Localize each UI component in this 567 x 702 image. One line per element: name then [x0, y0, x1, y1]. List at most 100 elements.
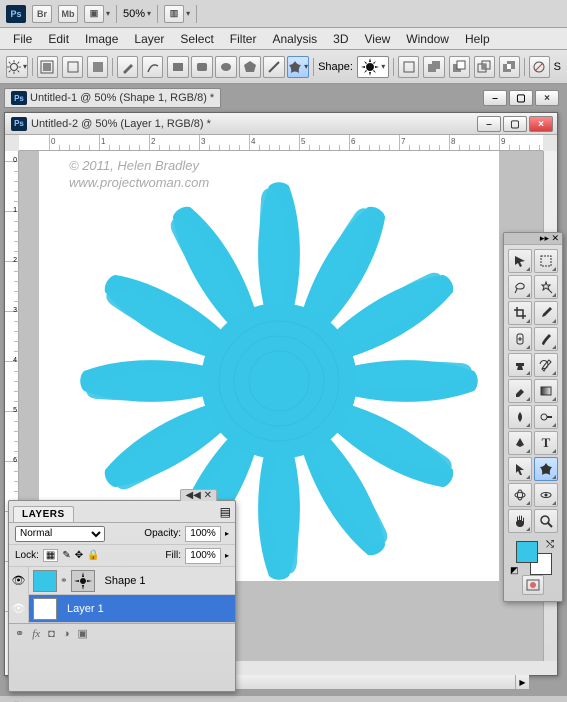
healing-brush-tool[interactable] [508, 327, 532, 351]
blend-mode-select[interactable]: Normal [15, 526, 105, 542]
shape-line-button[interactable] [263, 56, 285, 78]
path-select-tool[interactable] [508, 457, 532, 481]
pathop-subtract-button[interactable] [449, 56, 470, 78]
menu-3d[interactable]: 3D [326, 30, 355, 48]
bg-minimize-button[interactable]: – [483, 90, 507, 106]
menu-window[interactable]: Window [399, 30, 456, 48]
layer-name[interactable]: Layer 1 [67, 603, 104, 615]
mode-fill-pixels-button[interactable] [87, 56, 108, 78]
shape-rectangle-button[interactable] [167, 56, 189, 78]
pathop-exclude-button[interactable] [499, 56, 520, 78]
lock-all-button[interactable]: 🔒 [87, 550, 99, 561]
arrange-dropdown[interactable]: ▥ [164, 5, 190, 23]
menu-select[interactable]: Select [173, 30, 220, 48]
tool-preset-dropdown[interactable] [6, 56, 28, 78]
layer-thumb[interactable] [33, 570, 57, 592]
eraser-tool[interactable] [508, 379, 532, 403]
menu-analysis[interactable]: Analysis [265, 30, 324, 48]
link-layers-button[interactable]: ⚭ [15, 627, 24, 640]
mode-shape-layers-button[interactable] [37, 56, 58, 78]
layers-tab[interactable]: LAYERS [13, 506, 74, 522]
adjustment-layer-button[interactable]: ◑ [63, 628, 70, 640]
visibility-toggle[interactable]: 👁 [9, 595, 29, 623]
quick-mask-button[interactable] [522, 575, 544, 595]
lock-pixels-button[interactable]: ✎ [62, 550, 70, 561]
panel-collapse-grip[interactable]: ◀◀ ✕ [180, 489, 217, 501]
layers-panel[interactable]: ◀◀ ✕ LAYERS ▤ Normal Opacity: ▸ Lock: ▦ … [8, 500, 236, 692]
eyedropper-tool[interactable] [534, 301, 558, 325]
mask-thumb[interactable] [71, 570, 95, 592]
clone-stamp-tool[interactable] [508, 353, 532, 377]
move-tool[interactable] [508, 249, 532, 273]
minibridge-button[interactable]: Mb [58, 5, 78, 23]
zoom-tool[interactable] [534, 509, 558, 533]
doc-close-button[interactable]: × [529, 116, 553, 132]
3d-camera-tool[interactable] [534, 483, 558, 507]
doc-minimize-button[interactable]: – [477, 116, 501, 132]
marquee-tool[interactable] [534, 249, 558, 273]
fill-flyout-icon[interactable]: ▸ [225, 551, 229, 560]
opacity-flyout-icon[interactable]: ▸ [225, 529, 229, 538]
history-brush-tool[interactable] [534, 353, 558, 377]
lasso-tool[interactable] [508, 275, 532, 299]
shape-polygon-button[interactable] [239, 56, 261, 78]
lock-position-button[interactable]: ✥ [75, 550, 83, 561]
pathop-intersect-button[interactable] [474, 56, 495, 78]
shape-custom-button[interactable] [287, 56, 309, 78]
3d-rotate-tool[interactable] [508, 483, 532, 507]
custom-shape-tool[interactable] [534, 457, 558, 481]
pathop-add-button[interactable] [423, 56, 444, 78]
quick-select-tool[interactable] [534, 275, 558, 299]
foreground-color-swatch[interactable] [516, 541, 538, 563]
menu-image[interactable]: Image [78, 30, 125, 48]
tools-panel[interactable]: ▸▸ ✕ T ◩ ⤭ [503, 232, 563, 602]
default-colors-button[interactable]: ◩ [510, 565, 519, 576]
zoom-dropdown[interactable]: 50% [123, 8, 151, 20]
brush-tool[interactable] [534, 327, 558, 351]
type-tool[interactable]: T [534, 431, 558, 455]
opacity-field[interactable] [185, 526, 221, 542]
bg-close-button[interactable]: × [535, 90, 559, 106]
gradient-tool[interactable] [534, 379, 558, 403]
mode-paths-button[interactable] [62, 56, 83, 78]
style-button[interactable] [529, 56, 550, 78]
layer-thumb[interactable] [33, 598, 57, 620]
panel-menu-button[interactable]: ▤ [220, 505, 231, 519]
doc-titlebar[interactable]: Ps Untitled-2 @ 50% (Layer 1, RGB/8) * –… [5, 113, 557, 135]
freeform-pen-option[interactable] [142, 56, 163, 78]
layer-name[interactable]: Shape 1 [105, 575, 146, 587]
tools-panel-grip[interactable]: ▸▸ ✕ [504, 233, 562, 245]
menu-edit[interactable]: Edit [41, 30, 76, 48]
shape-ellipse-button[interactable] [215, 56, 237, 78]
doc-maximize-button[interactable]: ▢ [503, 116, 527, 132]
layer-mask-button[interactable]: ◘ [48, 628, 55, 640]
lock-transparency-button[interactable]: ▦ [43, 549, 58, 562]
background-document-tab[interactable]: Ps Untitled-1 @ 50% (Shape 1, RGB/8) * [4, 88, 221, 108]
layer-row[interactable]: 👁 Layer 1 [9, 595, 235, 623]
shape-picker[interactable] [357, 56, 389, 78]
swap-colors-button[interactable]: ⤭ [546, 539, 554, 550]
pen-tool-option[interactable] [117, 56, 138, 78]
pen-tool[interactable] [508, 431, 532, 455]
pathop-new-button[interactable] [398, 56, 419, 78]
dodge-tool[interactable] [534, 405, 558, 429]
visibility-toggle[interactable]: 👁 [9, 567, 29, 595]
screen-mode-dropdown[interactable]: ▣ [84, 5, 110, 23]
menu-layer[interactable]: Layer [127, 30, 171, 48]
bg-restore-button[interactable]: ▢ [509, 90, 533, 106]
bridge-button[interactable]: Br [32, 5, 52, 23]
menu-file[interactable]: File [6, 30, 39, 48]
menu-view[interactable]: View [357, 30, 397, 48]
blur-tool[interactable] [508, 405, 532, 429]
layer-group-button[interactable]: ▣ [77, 627, 87, 640]
crop-tool[interactable] [508, 301, 532, 325]
menu-help[interactable]: Help [458, 30, 497, 48]
fill-field[interactable] [185, 548, 221, 564]
hand-tool[interactable] [508, 509, 532, 533]
scroll-right-button[interactable]: ▶ [515, 675, 529, 689]
shape-rounded-rect-button[interactable] [191, 56, 213, 78]
menu-filter[interactable]: Filter [223, 30, 264, 48]
ruler-horizontal[interactable]: 012345678910 [19, 135, 543, 151]
layer-row[interactable]: 👁⚭Shape 1 [9, 567, 235, 595]
layer-fx-button[interactable]: fx [32, 628, 40, 640]
